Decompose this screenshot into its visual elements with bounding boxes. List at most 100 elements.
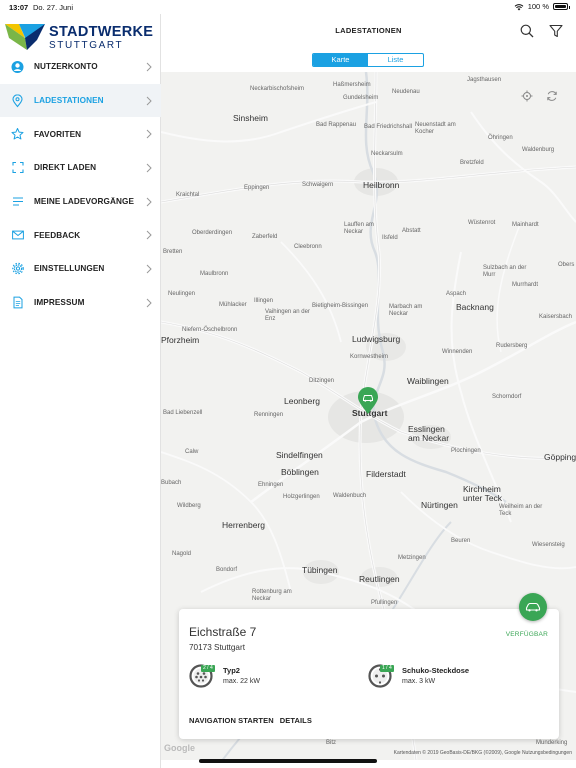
- status-time: 13:07: [9, 3, 29, 12]
- map-label: Neulingen: [168, 291, 196, 297]
- map-label: Munderking: [536, 740, 568, 746]
- map-label: Waiblingen: [407, 376, 449, 386]
- map-label: Waldenbuch: [333, 493, 367, 499]
- sidebar-item-label: LADESTATIONEN: [34, 96, 104, 106]
- map-label: Bubach: [161, 480, 182, 486]
- map-label: Marbach am Neckar: [389, 304, 423, 317]
- map-label: Ludwigsburg: [352, 334, 401, 344]
- map-label: Haßmersheim: [333, 82, 371, 88]
- connector-power: max. 3 kW: [402, 678, 436, 685]
- sidebar-item-ladestationen[interactable]: LADESTATIONEN: [0, 83, 161, 118]
- map-label: Aspach: [446, 291, 467, 297]
- tab-karte[interactable]: Karte: [313, 54, 368, 66]
- crosshair-icon: [521, 90, 533, 102]
- chevron-right-icon: [146, 230, 152, 240]
- station-street: Eichstraße 7: [189, 625, 257, 639]
- map-label: Illingen: [254, 298, 274, 304]
- station-detail-card[interactable]: Eichstraße 7 70173 Stuttgart VERFÜGBAR 2…: [179, 609, 559, 739]
- map-label: Schwaigern: [302, 182, 334, 188]
- sidebar-item-einstellungen[interactable]: EINSTELLUNGEN: [0, 252, 161, 286]
- sidebar: STADTWERKE STUTTGART NUTZERKONTO LADESTA…: [0, 14, 161, 768]
- map-label: Ehningen: [258, 482, 284, 488]
- map-label: Reutlingen: [359, 574, 400, 584]
- map-attribution[interactable]: Kartendaten © 2019 GeoBasis-DE/BKG (©200…: [394, 750, 572, 756]
- refresh-button[interactable]: [542, 86, 562, 106]
- google-logo: Google: [164, 743, 195, 753]
- chevron-right-icon: [146, 298, 152, 308]
- status-date: Do. 27. Juni: [33, 3, 74, 12]
- map-label: Neudenau: [392, 89, 420, 95]
- sidebar-item-favoriten[interactable]: FAVORITEN: [0, 117, 161, 151]
- status-badge: VERFÜGBAR: [505, 631, 548, 638]
- map-label: Winnenden: [442, 349, 473, 355]
- wifi-icon: [514, 3, 524, 10]
- map-label: Waldenburg: [522, 147, 555, 153]
- map-label: Calw: [185, 449, 199, 455]
- filter-icon[interactable]: [549, 24, 563, 38]
- map-label: Böblingen: [281, 467, 319, 477]
- map-label: Bretzfeld: [460, 160, 484, 166]
- map-label: Wüstenrot: [468, 220, 496, 226]
- map-label: Wiesensteig: [532, 542, 565, 548]
- map-label: Pfullingen: [371, 600, 398, 606]
- sidebar-item-label: MEINE LADEVORGÄNGE: [34, 197, 135, 207]
- home-indicator[interactable]: [199, 759, 377, 763]
- map-label: Göppingen: [544, 452, 576, 462]
- map-label: Abstatt: [402, 228, 421, 234]
- map-label: Bitz: [326, 740, 337, 746]
- map-label: Kornwestheim: [350, 354, 389, 360]
- connector-name: Typ2: [223, 666, 240, 675]
- chevron-right-icon: [146, 96, 152, 105]
- sidebar-item-direkt-laden[interactable]: DIREKT LADEN: [0, 151, 161, 185]
- list-icon: [11, 195, 24, 208]
- logo-text-stadtwerke: STADTWERKE: [49, 24, 154, 40]
- map-label: Esslingen am Neckar: [408, 424, 450, 443]
- map-label: Cleebronn: [294, 244, 322, 250]
- availability-badge: 1 / 4: [380, 665, 394, 672]
- connector-name: Schuko-Steckdose: [402, 666, 470, 675]
- document-icon: [11, 296, 24, 309]
- map-label: Bad Friedrichshall: [364, 124, 413, 130]
- connector-power: max. 22 kW: [223, 678, 260, 685]
- sidebar-item-label: EINSTELLUNGEN: [34, 264, 105, 274]
- chevron-right-icon: [146, 163, 152, 173]
- stadtwerke-logo: STADTWERKE STUTTGART: [5, 20, 161, 51]
- start-navigation-button[interactable]: NAVIGATION STARTEN: [189, 716, 274, 725]
- map-label: Öhringen: [488, 135, 513, 141]
- vehicle-filter-button[interactable]: [519, 593, 547, 621]
- map-label: Murrhardt: [512, 282, 539, 288]
- view-toggle: Karte Liste: [312, 53, 424, 67]
- map-label: Filderstadt: [366, 469, 406, 479]
- search-icon[interactable]: [520, 24, 534, 38]
- map-label: Beuren: [451, 538, 471, 544]
- map-label: Bondorf: [216, 567, 238, 573]
- sidebar-item-meine-ladevorgaenge[interactable]: MEINE LADEVORGÄNGE: [0, 185, 161, 219]
- map-label: Sulzbach an der Murr: [483, 265, 527, 278]
- map-label: Kirchheim unter Teck: [463, 484, 503, 503]
- map-label: Obers: [558, 262, 575, 268]
- sidebar-item-impressum[interactable]: IMPRESSUM: [0, 286, 161, 320]
- station-city: 70173 Stuttgart: [189, 643, 245, 652]
- map-label: Nürtingen: [421, 500, 458, 510]
- map-label: Bad Liebenzell: [163, 410, 203, 416]
- sidebar-item-feedback[interactable]: FEEDBACK: [0, 218, 161, 252]
- map-label: Neuenstadt am Kocher: [415, 122, 456, 135]
- map-label: Gundelsheim: [343, 95, 379, 101]
- map-label: Rottenburg am Neckar: [252, 589, 292, 602]
- sidebar-item-label: NUTZERKONTO: [34, 62, 98, 72]
- mail-icon: [11, 229, 24, 242]
- availability-badge: 2 / 4: [201, 665, 215, 672]
- locate-me-button[interactable]: [517, 86, 537, 106]
- map-label: Oberderdingen: [192, 230, 233, 236]
- map-label: Pforzheim: [161, 335, 200, 345]
- map-label: Plochingen: [451, 448, 481, 454]
- sidebar-menu: NUTZERKONTO LADESTATIONEN FAVORITEN DIRE…: [0, 50, 161, 320]
- map-label: Neckarbischofsheim: [250, 86, 305, 92]
- map-label: Nagold: [172, 551, 192, 557]
- tab-liste[interactable]: Liste: [368, 54, 423, 66]
- car-icon: [525, 602, 541, 612]
- map-label: Neckarsulm: [371, 151, 403, 157]
- station-map-pin-icon[interactable]: [357, 387, 379, 415]
- details-button[interactable]: DETAILS: [280, 716, 312, 725]
- sidebar-item-nutzerkonto[interactable]: NUTZERKONTO: [0, 50, 161, 84]
